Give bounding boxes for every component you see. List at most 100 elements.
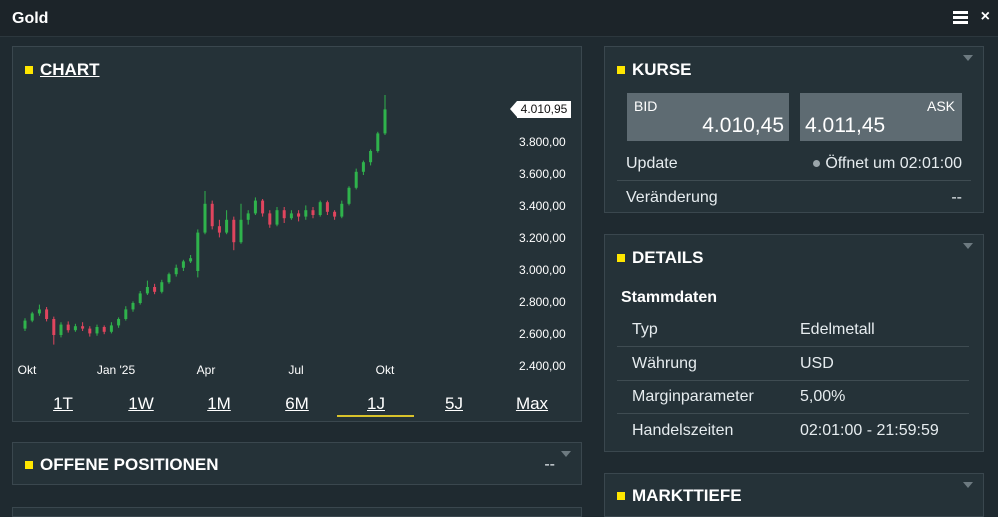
active-range-indicator xyxy=(337,415,414,417)
candle xyxy=(225,210,229,235)
chevron-down-icon[interactable] xyxy=(963,243,973,249)
status-dot-icon xyxy=(813,160,821,168)
candle xyxy=(261,199,265,217)
candle xyxy=(138,291,142,305)
candlestick-chart[interactable] xyxy=(13,87,513,387)
candle xyxy=(37,304,41,316)
candle-body xyxy=(88,328,92,334)
candle xyxy=(167,272,171,284)
markttiefe-panel-header: MARKTTIEFE xyxy=(617,486,742,506)
candle-body xyxy=(225,219,229,233)
candle-body xyxy=(361,162,365,172)
chevron-down-icon[interactable] xyxy=(963,55,973,61)
y-axis-ticks: 3.800,00 3.600,00 3.400,00 3.200,00 3.00… xyxy=(519,47,579,387)
candle xyxy=(109,322,113,334)
candle xyxy=(318,200,322,217)
candle xyxy=(52,316,56,345)
chart-panel: CHART 4.010,95 3.800,00 3.600,00 3.400,0… xyxy=(12,46,582,422)
change-row: Veränderung -- xyxy=(617,181,971,214)
yellow-square-icon xyxy=(617,492,625,500)
chevron-down-icon[interactable] xyxy=(561,451,571,457)
range-1w-button[interactable]: 1W xyxy=(128,394,154,414)
candle-body xyxy=(253,200,257,214)
ask-box[interactable]: ASK 4.011,45 xyxy=(800,93,962,141)
candle-body xyxy=(95,327,99,334)
details-row-value: 5,00% xyxy=(800,388,846,405)
range-5j-button[interactable]: 5J xyxy=(445,394,463,414)
x-tick-label: Apr xyxy=(196,363,216,377)
details-row-value: USD xyxy=(800,355,834,372)
y-tick-label: 3.800,00 xyxy=(519,135,566,149)
x-tick-label: Jul xyxy=(288,363,304,377)
candle xyxy=(333,210,337,220)
window-title: Gold xyxy=(12,10,49,27)
candle xyxy=(347,186,351,206)
x-tick-label: Okt xyxy=(17,363,37,377)
chart-panel-header: CHART xyxy=(25,60,100,80)
candle-body xyxy=(333,211,337,217)
update-label: Update xyxy=(626,155,678,172)
y-tick-label: 2.800,00 xyxy=(519,295,566,309)
candle-body xyxy=(59,324,63,335)
candle xyxy=(361,160,365,175)
chart-title-link[interactable]: CHART xyxy=(40,60,100,80)
offene-positionen-panel[interactable]: OFFENE POSITIONEN -- xyxy=(12,442,582,485)
details-row-label: Währung xyxy=(632,355,697,372)
candle xyxy=(340,200,344,219)
candle-body xyxy=(124,309,128,319)
candle xyxy=(325,200,329,215)
details-row: Handelszeiten 02:01:00 - 21:59:59 xyxy=(617,414,969,447)
candle xyxy=(289,210,293,220)
hamburger-menu-icon[interactable] xyxy=(953,11,968,25)
next-panel-edge xyxy=(12,507,582,517)
candle-body xyxy=(81,326,85,329)
candle-body xyxy=(340,203,344,217)
candle xyxy=(59,322,63,338)
candle-body xyxy=(318,202,322,215)
candle xyxy=(246,210,250,225)
bid-box[interactable]: BID 4.010,45 xyxy=(627,93,789,141)
candle-body xyxy=(246,213,250,220)
y-tick-label: 3.400,00 xyxy=(519,199,566,213)
range-1t-button[interactable]: 1T xyxy=(53,394,73,414)
window-titlebar: Gold × xyxy=(0,0,998,37)
details-panel-header: DETAILS xyxy=(617,248,703,268)
candle-body xyxy=(153,287,157,292)
range-6m-button[interactable]: 6M xyxy=(285,394,309,414)
y-tick-label: 3.200,00 xyxy=(519,231,566,245)
close-icon[interactable]: × xyxy=(981,8,990,26)
candle-body xyxy=(232,219,236,243)
candle xyxy=(268,210,272,228)
candle-body xyxy=(217,226,221,233)
markttiefe-panel[interactable]: MARKTTIEFE xyxy=(604,473,984,517)
candle-body xyxy=(210,203,214,227)
candle xyxy=(181,259,185,271)
candle-body xyxy=(196,232,200,271)
update-value-text: Öffnet um 02:01:00 xyxy=(825,155,962,172)
range-max-button[interactable]: Max xyxy=(516,394,548,414)
y-tick-label: 3.600,00 xyxy=(519,167,566,181)
candle-body xyxy=(325,202,329,212)
candle-body xyxy=(203,203,207,233)
range-1j-button[interactable]: 1J xyxy=(367,394,385,414)
bid-label: BID xyxy=(634,98,658,114)
candle-body xyxy=(109,325,113,332)
candle-body xyxy=(30,313,34,321)
ask-label: ASK xyxy=(926,98,955,114)
details-row: Marginparameter 5,00% xyxy=(617,380,969,414)
candle xyxy=(203,191,207,235)
candle xyxy=(95,324,99,336)
candle-body xyxy=(383,109,387,134)
details-row-label: Handelszeiten xyxy=(632,422,734,439)
chevron-down-icon[interactable] xyxy=(963,482,973,488)
candle-body xyxy=(66,324,70,331)
candle xyxy=(30,311,34,323)
candle-body xyxy=(369,151,373,163)
candle-body xyxy=(189,258,193,262)
candle-body xyxy=(239,219,243,243)
range-1m-button[interactable]: 1M xyxy=(207,394,231,414)
candle xyxy=(145,280,149,295)
positionen-title: OFFENE POSITIONEN xyxy=(40,455,219,474)
candle-body xyxy=(304,210,308,217)
candle-body xyxy=(289,213,293,219)
